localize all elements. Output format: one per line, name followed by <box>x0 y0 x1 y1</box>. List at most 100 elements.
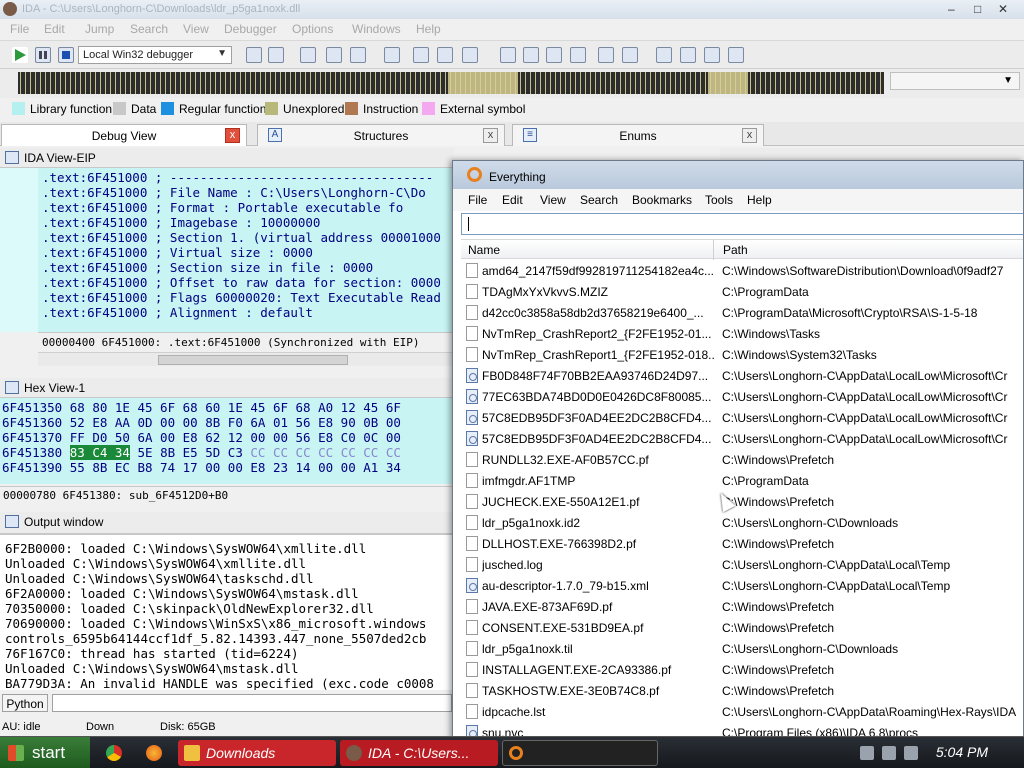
menu-help[interactable]: Help <box>416 22 441 36</box>
minimize-button[interactable]: – <box>948 2 955 16</box>
result-row[interactable]: TASKHOSTW.EXE-3E0B74C8.pf C:\Windows\Pref… <box>461 680 1023 701</box>
menu-file[interactable]: File <box>10 22 29 36</box>
result-row[interactable]: 77EC63BDA74BD0D0E0426DC8F80085... C:\User… <box>461 386 1023 407</box>
result-row[interactable]: NvTmRep_CrashReport2_{F2FE1952-01... C:\W… <box>461 323 1023 344</box>
add-breakpoint-icon[interactable] <box>326 47 342 63</box>
result-row[interactable]: FB0D848F74F70BB2EAA93746D24D97... C:\User… <box>461 365 1023 386</box>
hex-selected-bytes[interactable]: 83 C4 34 <box>69 445 130 460</box>
binoculars-icon[interactable] <box>656 47 672 63</box>
breakpoint-list-icon[interactable] <box>300 47 316 63</box>
tray-arrow-icon[interactable] <box>860 746 874 760</box>
close-icon[interactable]: x <box>742 128 757 143</box>
module-icon[interactable] <box>570 47 586 63</box>
disassembly-line[interactable]: .text:6F451000 ; Flags 60000020: Text Ex… <box>42 290 441 305</box>
disassembly-line[interactable]: .text:6F451000 ; File Name : C:\Users\Lo… <box>42 185 426 200</box>
result-row[interactable]: INSTALLAGENT.EXE-2CA93386.pf C:\Windows\P… <box>461 659 1023 680</box>
hex-row[interactable]: 6F451350 68 80 1E 45 6F 68 60 1E 45 6F 6… <box>2 400 401 415</box>
taskbar-item-ida[interactable]: IDA - C:\Users... <box>340 740 498 766</box>
column-name[interactable]: Name <box>468 243 500 257</box>
close-icon[interactable]: x <box>483 128 498 143</box>
result-row[interactable]: NvTmRep_CrashReport1_{F2FE1952-018... C:\… <box>461 344 1023 365</box>
trace-icon[interactable] <box>500 47 516 63</box>
result-row[interactable]: TDAgMxYxVkvvS.MZIZ C:\ProgramData <box>461 281 1023 302</box>
column-path[interactable]: Path <box>723 243 748 257</box>
refresh-icon[interactable] <box>523 47 539 63</box>
result-row[interactable]: CONSENT.EXE-531BD9EA.pf C:\Windows\Prefet… <box>461 617 1023 638</box>
debugger-select[interactable]: Local Win32 debugger ▼ <box>78 46 232 64</box>
attach-icon[interactable] <box>246 47 262 63</box>
graph-icon[interactable] <box>704 47 720 63</box>
result-row[interactable]: jusched.log C:\Users\Longhorn-C\AppData\L… <box>461 554 1023 575</box>
detach-icon[interactable] <box>268 47 284 63</box>
hex-row[interactable]: 6F451360 52 E8 AA 0D 00 00 8B F0 6A 01 5… <box>2 415 401 430</box>
xref-icon[interactable] <box>728 47 744 63</box>
menu-options[interactable]: Options <box>292 22 333 36</box>
disassembly-line[interactable]: .text:6F451000 ; Virtual size : 0000 <box>42 245 313 260</box>
result-row[interactable]: d42cc0c3858a58db2d37658219e6400_... C:\Pr… <box>461 302 1023 323</box>
tab-structures[interactable]: A Structures x <box>257 124 505 146</box>
window-icon[interactable] <box>598 47 614 63</box>
pause-process-icon[interactable] <box>35 47 51 63</box>
result-row[interactable]: 57C8EDB95DF3F0AD4EE2DC2B8CFD4... C:\Users… <box>461 428 1023 449</box>
network-icon[interactable] <box>882 746 896 760</box>
disassembly-line[interactable]: .text:6F451000 ; Offset to raw data for … <box>42 275 441 290</box>
tab-enums[interactable]: ≡ Enums x <box>512 124 764 146</box>
tab-debug-view[interactable]: Debug View x <box>1 124 247 146</box>
menu-edit[interactable]: Edit <box>44 22 65 36</box>
disassembly-line[interactable]: .text:6F451000 ; -----------------------… <box>42 170 433 185</box>
disassembly-line[interactable]: .text:6F451000 ; Imagebase : 10000000 <box>42 215 320 230</box>
result-row[interactable]: JAVA.EXE-873AF69D.pf C:\Windows\Prefetch <box>461 596 1023 617</box>
menu-windows[interactable]: Windows <box>352 22 401 36</box>
thread-icon[interactable] <box>546 47 562 63</box>
result-row[interactable]: idpcache.lst C:\Users\Longhorn-C\AppData\… <box>461 701 1023 722</box>
hex-row[interactable]: 6F451370 FF D0 50 6A 00 E8 62 12 00 00 5… <box>2 430 401 445</box>
taskbar-item-downloads[interactable]: Downloads <box>178 740 336 766</box>
menu-search[interactable]: Search <box>130 22 168 36</box>
ev-menu-file[interactable]: File <box>468 193 487 207</box>
navigation-band-strip[interactable] <box>18 72 884 94</box>
disassembly-line[interactable]: .text:6F451000 ; Alignment : default <box>42 305 313 320</box>
step-into-icon[interactable] <box>384 47 400 63</box>
ev-menu-view[interactable]: View <box>540 193 566 207</box>
start-button[interactable]: start <box>0 737 90 768</box>
disassembly-line[interactable]: .text:6F451000 ; Section size in file : … <box>42 260 373 275</box>
result-row[interactable]: au-descriptor-1.7.0_79-b15.xml C:\Users\L… <box>461 575 1023 596</box>
close-button[interactable]: ✕ <box>998 2 1008 16</box>
result-row[interactable]: ldr_p5ga1noxk.id2 C:\Users\Longhorn-C\Dow… <box>461 512 1023 533</box>
result-row[interactable]: amd64_2147f59df992819711254182ea4c... C:\… <box>461 260 1023 281</box>
result-row[interactable]: imfmgdr.AF1TMP C:\ProgramData <box>461 470 1023 491</box>
disassembly-line[interactable]: .text:6F451000 ; Section 1. (virtual add… <box>42 230 441 245</box>
terminate-process-icon[interactable] <box>58 47 74 63</box>
chrome-taskbar-icon[interactable] <box>100 740 130 766</box>
search-text-icon[interactable] <box>680 47 696 63</box>
menu-debugger[interactable]: Debugger <box>224 22 277 36</box>
clock[interactable]: 5:04 PM <box>936 744 988 760</box>
menu-jump[interactable]: Jump <box>85 22 114 36</box>
hex-row[interactable]: 6F451380 83 C4 34 5E 8B E5 5D C3 CC CC C… <box>2 445 401 460</box>
result-row[interactable]: JUCHECK.EXE-550A12E1.pf C:\Windows\Prefet… <box>461 491 1023 512</box>
hex-dump[interactable]: 6F451350 68 80 1E 45 6F 68 60 1E 45 6F 6… <box>0 398 454 484</box>
disassembly-line[interactable]: .text:6F451000 ; Format : Portable execu… <box>42 200 403 215</box>
everything-search-input[interactable] <box>461 213 1023 235</box>
step-icon[interactable] <box>350 47 366 63</box>
python-input[interactable] <box>52 694 452 712</box>
firefox-taskbar-icon[interactable] <box>140 740 170 766</box>
horizontal-scrollbar[interactable] <box>38 352 454 366</box>
menu-view[interactable]: View <box>183 22 209 36</box>
ev-menu-search[interactable]: Search <box>580 193 618 207</box>
ev-menu-bookmarks[interactable]: Bookmarks <box>632 193 692 207</box>
run-to-cursor-icon[interactable] <box>437 47 453 63</box>
disassembly-listing[interactable]: .text:6F451000 ; -----------------------… <box>0 168 454 332</box>
taskbar-item-everything[interactable] <box>502 740 658 766</box>
volume-icon[interactable] <box>904 746 918 760</box>
result-row[interactable]: ldr_p5ga1noxk.til C:\Users\Longhorn-C\Dow… <box>461 638 1023 659</box>
step-over-icon[interactable] <box>413 47 429 63</box>
result-row[interactable]: 57C8EDB95DF3F0AD4EE2DC2B8CFD4... C:\Users… <box>461 407 1023 428</box>
output-log[interactable]: 6F2B0000: loaded C:\Windows\SysWOW64\xml… <box>0 534 454 690</box>
result-row[interactable]: RUNDLL32.EXE-AF0B57CC.pf C:\Windows\Prefe… <box>461 449 1023 470</box>
close-icon[interactable]: x <box>225 128 240 143</box>
navigation-band-select[interactable]: ▼ <box>890 72 1020 90</box>
step-out-icon[interactable] <box>462 47 478 63</box>
hex-row[interactable]: 6F451390 55 8B EC B8 74 17 00 00 E8 23 1… <box>2 460 401 475</box>
python-button[interactable]: Python <box>2 694 48 712</box>
